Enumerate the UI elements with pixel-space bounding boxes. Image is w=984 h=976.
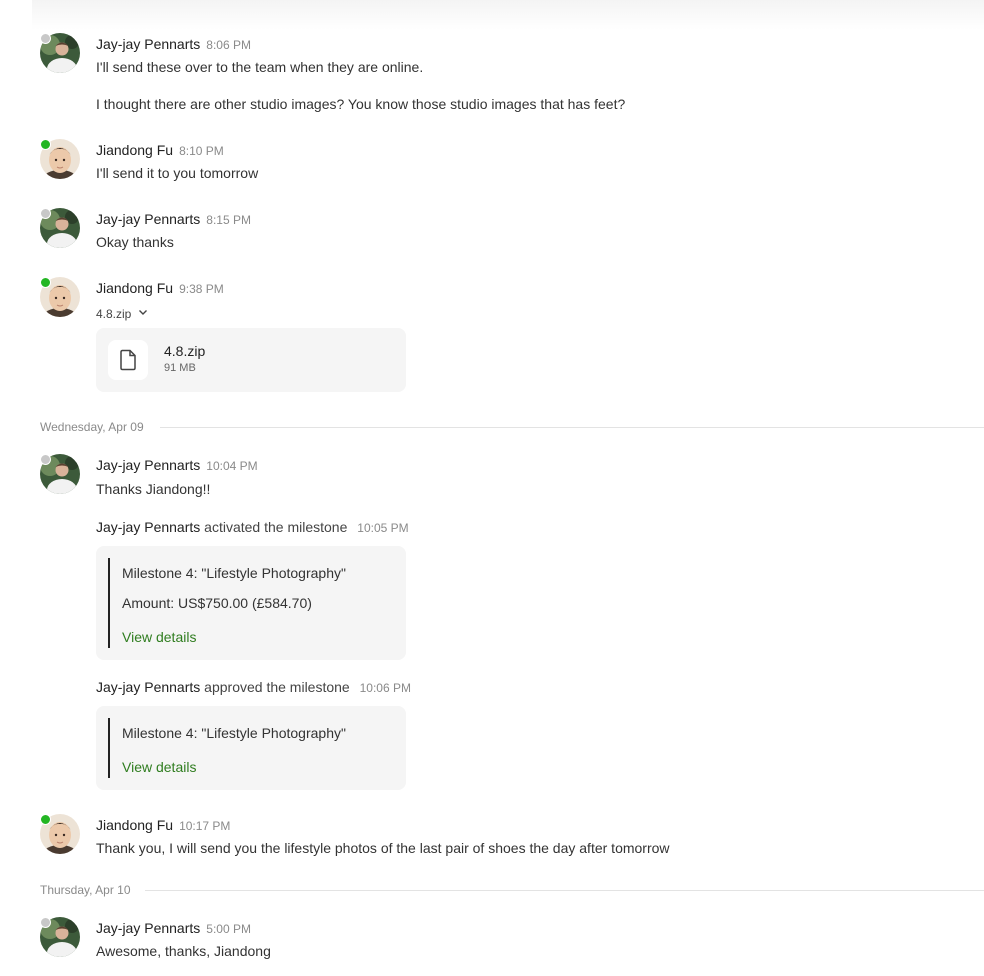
message-item: Jiandong Fu 10:17 PM Thank you, I will se… bbox=[40, 814, 984, 859]
date-divider-label: Thursday, Apr 10 bbox=[40, 883, 131, 897]
file-attachment-card[interactable]: 4.8.zip 91 MB bbox=[96, 328, 406, 392]
milestone-card: Milestone 4: "Lifestyle Photography" Vie… bbox=[96, 706, 406, 790]
sender-name[interactable]: Jiandong Fu bbox=[96, 280, 173, 296]
attachment-toggle-label: 4.8.zip bbox=[96, 306, 132, 321]
sender-name[interactable]: Jay-jay Pennarts bbox=[96, 211, 200, 227]
message-time: 10:04 PM bbox=[206, 459, 258, 473]
message-time: 10:17 PM bbox=[179, 819, 231, 833]
message-item: Jay-jay Pennarts 8:06 PM I'll send these … bbox=[40, 33, 984, 123]
milestone-amount: Amount: US$750.00 (£584.70) bbox=[122, 595, 312, 611]
file-size: 91 MB bbox=[164, 362, 196, 374]
offline-status-dot bbox=[40, 208, 51, 219]
message-item: Jiandong Fu 8:10 PM I'll send it to you t… bbox=[40, 139, 984, 184]
activity-action: approved the milestone bbox=[204, 679, 350, 695]
message-time: 9:38 PM bbox=[179, 282, 224, 296]
milestone-title: Milestone 4: "Lifestyle Photography" bbox=[122, 565, 346, 581]
divider-line bbox=[145, 890, 984, 891]
date-divider-label: Wednesday, Apr 09 bbox=[40, 420, 144, 434]
file-name: 4.8.zip bbox=[164, 343, 206, 359]
online-status-dot bbox=[40, 277, 51, 288]
message-text: Okay thanks bbox=[96, 234, 174, 250]
activity-action: activated the milestone bbox=[204, 519, 348, 535]
milestone-title: Milestone 4: "Lifestyle Photography" bbox=[122, 725, 346, 741]
view-details-link[interactable]: View details bbox=[122, 629, 196, 645]
message-item: Jiandong Fu 9:38 PM 4.8.zip 4.8.zip 91 MB bbox=[40, 277, 984, 393]
milestone-card: Milestone 4: "Lifestyle Photography" Amo… bbox=[96, 546, 406, 660]
message-header: Jiandong Fu 9:38 PM bbox=[96, 280, 224, 296]
date-divider: Thursday, Apr 10 bbox=[40, 883, 984, 897]
message-text: Awesome, thanks, Jiandong bbox=[96, 943, 271, 959]
message-time: 5:00 PM bbox=[206, 922, 251, 936]
activity-actor: Jay-jay Pennarts bbox=[96, 679, 201, 695]
online-status-dot bbox=[40, 814, 51, 825]
message-item: Jay-jay Pennarts 8:15 PM Okay thanks bbox=[40, 208, 984, 253]
offline-status-dot bbox=[40, 454, 51, 465]
activity-time: 10:05 PM bbox=[357, 521, 409, 535]
sender-name[interactable]: Jay-jay Pennarts bbox=[96, 920, 200, 936]
milestone-activity: Jay-jay Pennarts activated the milestone… bbox=[96, 519, 409, 535]
sender-name[interactable]: Jay-jay Pennarts bbox=[96, 36, 200, 52]
offline-status-dot bbox=[40, 33, 51, 44]
message-item: Jay-jay Pennarts 5:00 PM Awesome, thanks,… bbox=[40, 917, 984, 962]
message-time: 8:15 PM bbox=[206, 213, 251, 227]
message-text: Thanks Jiandong!! bbox=[96, 481, 211, 497]
message-header: Jay-jay Pennarts 5:00 PM bbox=[96, 920, 251, 936]
message-header: Jiandong Fu 10:17 PM bbox=[96, 817, 230, 833]
chevron-down-icon bbox=[137, 306, 149, 321]
message-header: Jay-jay Pennarts 10:04 PM bbox=[96, 457, 258, 473]
sender-name[interactable]: Jiandong Fu bbox=[96, 817, 173, 833]
milestone-card-bar bbox=[108, 718, 110, 778]
attachment-toggle[interactable]: 4.8.zip bbox=[96, 306, 149, 321]
message-text: I thought there are other studio images?… bbox=[96, 96, 626, 112]
milestone-card-bar bbox=[108, 558, 110, 648]
date-divider: Wednesday, Apr 09 bbox=[40, 420, 984, 434]
message-text: Thank you, I will send you the lifestyle… bbox=[96, 840, 670, 856]
divider-line bbox=[160, 427, 984, 428]
message-item: Jay-jay Pennarts 10:04 PM Thanks Jiandong… bbox=[40, 454, 984, 794]
message-text: I'll send it to you tomorrow bbox=[96, 165, 259, 181]
activity-time: 10:06 PM bbox=[359, 681, 411, 695]
milestone-activity: Jay-jay Pennarts approved the milestone … bbox=[96, 679, 411, 695]
offline-status-dot bbox=[40, 917, 51, 928]
message-text: I'll send these over to the team when th… bbox=[96, 59, 424, 75]
online-status-dot bbox=[40, 139, 51, 150]
file-icon bbox=[108, 340, 148, 380]
sender-name[interactable]: Jay-jay Pennarts bbox=[96, 457, 200, 473]
activity-actor: Jay-jay Pennarts bbox=[96, 519, 201, 535]
message-header: Jay-jay Pennarts 8:06 PM bbox=[96, 36, 251, 52]
sender-name[interactable]: Jiandong Fu bbox=[96, 142, 173, 158]
message-time: 8:06 PM bbox=[206, 38, 251, 52]
message-header: Jiandong Fu 8:10 PM bbox=[96, 142, 224, 158]
message-time: 8:10 PM bbox=[179, 144, 224, 158]
top-fade bbox=[32, 0, 984, 30]
message-header: Jay-jay Pennarts 8:15 PM bbox=[96, 211, 251, 227]
view-details-link[interactable]: View details bbox=[122, 759, 196, 775]
